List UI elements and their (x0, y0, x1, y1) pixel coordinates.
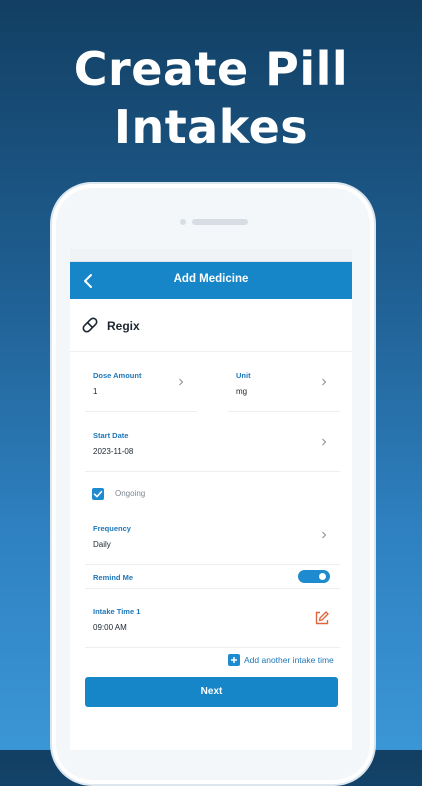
remind-divider (85, 588, 340, 589)
medicine-name: Regix (107, 319, 140, 333)
next-button[interactable]: Next (85, 677, 338, 707)
remind-me-toggle[interactable] (298, 570, 330, 583)
toggle-knob (319, 573, 326, 580)
start-date-label: Start Date (93, 431, 129, 440)
remind-me-label: Remind Me (93, 573, 134, 582)
medicine-row: Regix (70, 299, 352, 352)
frequency-divider (85, 564, 340, 565)
edit-intake-time-button[interactable] (314, 610, 330, 626)
phone-camera (180, 219, 186, 225)
add-intake-time-label: Add another intake time (244, 655, 334, 665)
dose-divider (85, 411, 197, 412)
promo-headline: Create Pill Intakes (73, 42, 349, 154)
pill-icon (82, 317, 98, 333)
unit-value: mg (236, 387, 248, 396)
intake-time-field[interactable]: Intake Time 1 09:00 AM (85, 607, 310, 643)
edit-time-icon (315, 611, 329, 625)
start-date-value: 2023-11-08 (93, 447, 134, 456)
plus-icon (228, 654, 240, 666)
phone-speaker (192, 219, 248, 225)
chevron-right-icon (322, 378, 327, 386)
frequency-label: Frequency (93, 524, 131, 533)
chevron-right-icon (322, 438, 327, 446)
unit-label: Unit (236, 371, 251, 380)
intake-time-value: 09:00 AM (93, 623, 127, 632)
dose-amount-label: Dose Amount (93, 371, 142, 380)
intake-divider (85, 647, 340, 648)
unit-divider (228, 411, 340, 412)
dose-amount-value: 1 (93, 387, 98, 396)
ongoing-checkbox[interactable] (92, 488, 104, 500)
checkmark-icon (93, 490, 103, 498)
start-date-divider (85, 471, 340, 472)
ongoing-label: Ongoing (115, 489, 146, 498)
page-title: Add Medicine (173, 273, 249, 285)
unit-field[interactable]: Unit mg (228, 371, 338, 407)
intake-time-label: Intake Time 1 (93, 607, 141, 616)
add-intake-time-button[interactable]: Add another intake time (228, 653, 344, 667)
status-bar (70, 249, 352, 262)
frequency-value: Daily (93, 540, 111, 549)
chevron-right-icon (179, 378, 184, 386)
app-screen: Add Medicine Regix Dose Amount 1 Unit mg… (70, 249, 352, 750)
app-header: Add Medicine (70, 262, 352, 299)
start-date-field[interactable]: Start Date 2023-11-08 (85, 431, 338, 467)
chevron-right-icon (322, 531, 327, 539)
frequency-field[interactable]: Frequency Daily (85, 524, 338, 560)
dose-amount-field[interactable]: Dose Amount 1 (85, 371, 195, 407)
